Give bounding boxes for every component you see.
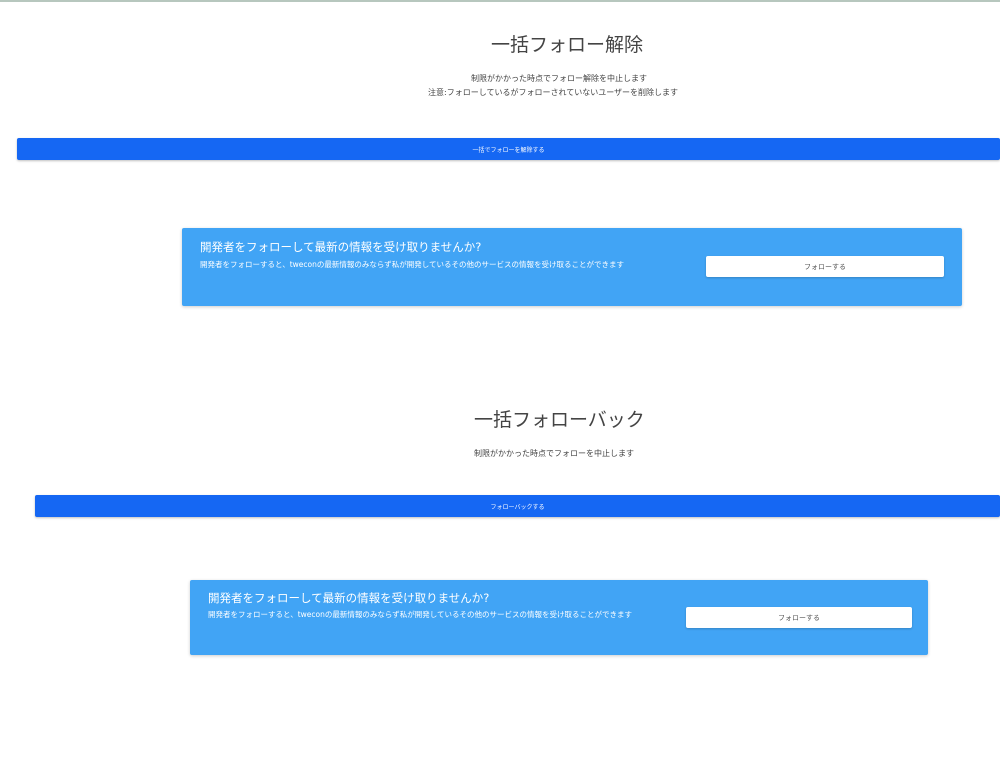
unfollow-title: 一括フォロー解除 <box>491 34 644 56</box>
follow-developer-button[interactable]: フォローする <box>706 256 944 277</box>
unfollow-description-line1: 制限がかかった時点でフォロー解除を中止します <box>471 74 647 83</box>
bulk-unfollow-button[interactable]: 一括でフォローを解除する <box>17 138 1000 160</box>
top-border <box>0 0 1000 2</box>
unfollow-description-line2: 注意:フォローしているがフォローされていないユーザーを削除します <box>428 88 679 97</box>
bulk-followback-button[interactable]: フォローバックする <box>35 495 1000 517</box>
promo-title: 開発者をフォローして最新の情報を受け取りませんか? <box>208 591 490 605</box>
promo-text: 開発者をフォローすると、tweconの最新情報のみならず私が開発しているその他の… <box>200 260 624 269</box>
developer-follow-promo-2: 開発者をフォローして最新の情報を受け取りませんか? 開発者をフォローすると、tw… <box>190 580 928 655</box>
followback-description: 制限がかかった時点でフォローを中止します <box>474 449 634 458</box>
followback-title: 一括フォローバック <box>474 409 645 431</box>
follow-developer-button[interactable]: フォローする <box>686 607 912 628</box>
promo-text: 開発者をフォローすると、tweconの最新情報のみならず私が開発しているその他の… <box>208 610 632 619</box>
developer-follow-promo: 開発者をフォローして最新の情報を受け取りませんか? 開発者をフォローすると、tw… <box>182 228 962 306</box>
promo-title: 開発者をフォローして最新の情報を受け取りませんか? <box>200 240 482 254</box>
